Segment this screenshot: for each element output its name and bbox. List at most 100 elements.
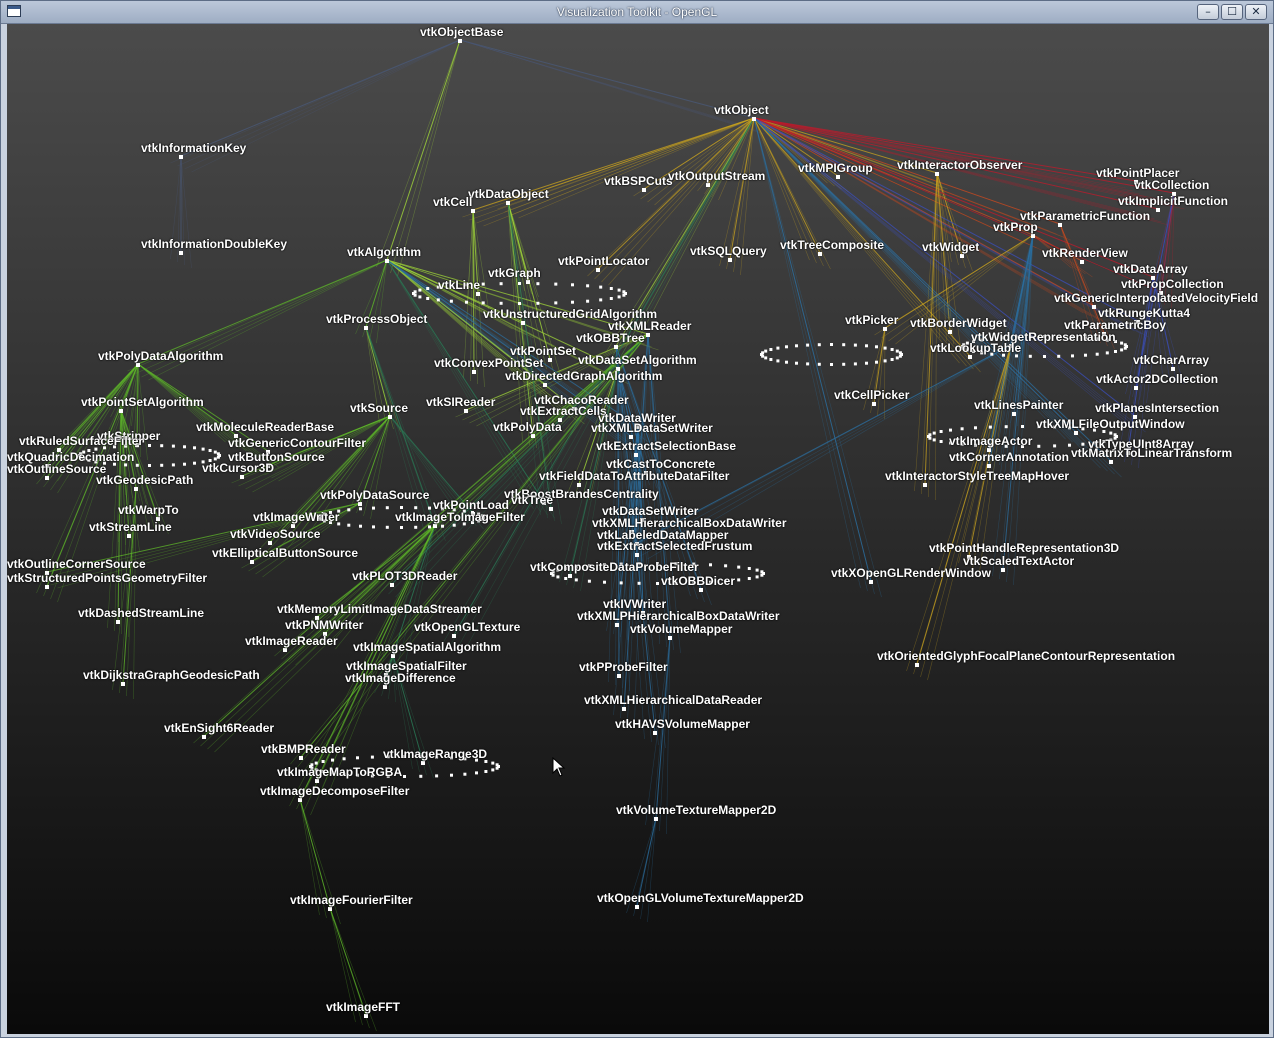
- node-label[interactable]: vtkImageMapToRGBA: [277, 766, 402, 779]
- node-label[interactable]: vtkEllipticalButtonSource: [212, 547, 358, 560]
- node-label[interactable]: vtkEnSight6Reader: [164, 722, 274, 735]
- node-label[interactable]: vtkSource: [350, 402, 408, 415]
- arrow-cursor-icon: [552, 757, 566, 777]
- node-label[interactable]: vtkActor2DCollection: [1096, 373, 1218, 386]
- node-label[interactable]: vtkImageFourierFilter: [290, 894, 413, 907]
- node-label[interactable]: vtkImageToImageFilter: [395, 511, 525, 524]
- node-label[interactable]: vtkHAVSVolumeMapper: [615, 718, 750, 731]
- node-label[interactable]: vtkProp: [993, 221, 1038, 234]
- node-label[interactable]: vtkInteractorObserver: [897, 159, 1022, 172]
- node-label[interactable]: vtkPolyDataAlgorithm: [98, 350, 223, 363]
- node-label[interactable]: vtkOrientedGlyphFocalPlaneContourReprese…: [877, 650, 1175, 663]
- title-bar[interactable]: Visualization Toolkit - OpenGL – ☐ ✕: [1, 1, 1273, 24]
- node-label[interactable]: vtkPointSetAlgorithm: [81, 396, 204, 409]
- node-label[interactable]: vtkInteractorStyleTreeMapHover: [885, 470, 1069, 483]
- node-label[interactable]: vtkPProbeFilter: [579, 661, 668, 674]
- maximize-button[interactable]: ☐: [1221, 4, 1243, 20]
- node-label[interactable]: vtkPLOT3DReader: [352, 570, 457, 583]
- close-button[interactable]: ✕: [1245, 4, 1267, 20]
- render-viewport[interactable]: vtkObjectBase vtkObject vtkInformationKey v…: [7, 24, 1269, 1034]
- node-label[interactable]: vtkLine: [438, 279, 480, 292]
- node-label[interactable]: vtkMemoryLimitImageDataStreamer: [277, 603, 482, 616]
- node-label[interactable]: vtkCornerAnnotation: [949, 451, 1069, 464]
- node-label[interactable]: vtkImageSpatialAlgorithm: [353, 641, 501, 654]
- node-label[interactable]: vtkPolyDataSource: [320, 489, 429, 502]
- node-label[interactable]: vtkXMLHierarchicalDataReader: [584, 694, 762, 707]
- node-label[interactable]: vtkPointLocator: [558, 255, 649, 268]
- minimize-button[interactable]: –: [1197, 4, 1219, 20]
- node-label[interactable]: vtkAlgorithm: [347, 246, 421, 259]
- node-label[interactable]: vtkVideoSource: [230, 528, 320, 541]
- node-label[interactable]: vtkXMLDataSetWriter: [591, 422, 713, 435]
- node-label[interactable]: vtkCell: [433, 196, 472, 209]
- node-label[interactable]: vtkCellPicker: [834, 389, 909, 402]
- node-label[interactable]: vtkGeodesicPath: [96, 474, 193, 487]
- node-label[interactable]: vtkSIReader: [426, 396, 495, 409]
- node-label[interactable]: vtkCharArray: [1133, 354, 1209, 367]
- node-label[interactable]: vtkProcessObject: [326, 313, 427, 326]
- node-label[interactable]: vtkImageWriter: [253, 511, 339, 524]
- node-label[interactable]: vtkLookupTable: [930, 342, 1021, 355]
- node-label[interactable]: vtkDashedStreamLine: [78, 607, 204, 620]
- node-label[interactable]: vtkGraph: [488, 267, 541, 280]
- node-label[interactable]: vtkOutputStream: [668, 170, 765, 183]
- node-label[interactable]: vtkExtractCells: [520, 405, 607, 418]
- node-label[interactable]: vtkTree: [511, 494, 553, 507]
- node-label[interactable]: vtkDataObject: [468, 188, 549, 201]
- node-label[interactable]: vtkFieldDataToAttributeDataFilter: [539, 470, 729, 483]
- node-label[interactable]: vtkBorderWidget: [910, 317, 1007, 330]
- node-label[interactable]: vtkBMPReader: [261, 743, 346, 756]
- node-label[interactable]: vtkImageActor: [949, 435, 1032, 448]
- node-label[interactable]: vtkParametricFunction: [1020, 210, 1150, 223]
- node-label[interactable]: vtkExtractSelectionBase: [596, 440, 736, 453]
- node-label[interactable]: vtkRenderView: [1042, 247, 1128, 260]
- node-label[interactable]: vtkLinesPainter: [974, 399, 1063, 412]
- node-label[interactable]: vtkPlanesIntersection: [1095, 402, 1219, 415]
- node-label[interactable]: vtkMatrixToLinearTransform: [1071, 447, 1232, 460]
- node-label[interactable]: vtkOutlineSource: [7, 463, 106, 476]
- node-label[interactable]: vtkWidget: [922, 241, 979, 254]
- node-label[interactable]: vtkPicker: [845, 314, 898, 327]
- node-label[interactable]: vtkCompositeDataProbeFilter: [530, 561, 699, 574]
- node-label[interactable]: vtkSQLQuery: [690, 245, 767, 258]
- node-label[interactable]: vtkObjectBase: [420, 26, 503, 39]
- node-label[interactable]: vtkImageRange3D: [383, 748, 487, 761]
- node-label[interactable]: vtkVolumeMapper: [630, 623, 732, 636]
- node-label[interactable]: vtkTreeComposite: [780, 239, 884, 252]
- node-label[interactable]: vtkOpenGLVolumeTextureMapper2D: [597, 892, 804, 905]
- node-label[interactable]: vtkBSPCuts: [604, 175, 673, 188]
- node-label[interactable]: vtkOpenGLTexture: [414, 621, 520, 634]
- node-label[interactable]: vtkObject: [714, 104, 769, 117]
- node-label[interactable]: vtkStreamLine: [89, 521, 172, 534]
- node-label[interactable]: vtkOBBTree: [576, 332, 645, 345]
- node-label[interactable]: vtkMPIGroup: [798, 162, 873, 175]
- node-label[interactable]: vtkCollection: [1134, 179, 1209, 192]
- node-label[interactable]: vtkOutlineCornerSource: [7, 558, 146, 571]
- node-label[interactable]: vtkDataSetAlgorithm: [578, 354, 697, 367]
- node-label[interactable]: vtkXOpenGLRenderWindow: [831, 567, 991, 580]
- node-label[interactable]: vtkInformationKey: [141, 142, 246, 155]
- node-label[interactable]: vtkDataArray: [1113, 263, 1188, 276]
- node-label[interactable]: vtkRuledSurfaceFilter: [19, 435, 143, 448]
- node-label[interactable]: vtkDirectedGraphAlgorithm: [505, 370, 662, 383]
- node-label[interactable]: vtkOBBDicer: [661, 575, 735, 588]
- node-label[interactable]: vtkImageDecomposeFilter: [260, 785, 409, 798]
- node-label[interactable]: vtkVolumeTextureMapper2D: [616, 804, 776, 817]
- node-label[interactable]: vtkDijkstraGraphGeodesicPath: [83, 669, 260, 682]
- node-label[interactable]: vtkStructuredPointsGeometryFilter: [7, 572, 207, 585]
- node-label[interactable]: vtkImageDifference: [345, 672, 456, 685]
- node-label[interactable]: vtkPropCollection: [1121, 278, 1224, 291]
- node-label[interactable]: vtkInformationDoubleKey: [141, 238, 287, 251]
- node-label[interactable]: vtkGenericInterpolatedVelocityField: [1054, 292, 1258, 305]
- node-label[interactable]: vtkMoleculeReaderBase: [196, 421, 334, 434]
- node-label[interactable]: vtkXMLFileOutputWindow: [1036, 418, 1185, 431]
- node-label[interactable]: vtkCursor3D: [202, 462, 274, 475]
- node-label[interactable]: vtkImplicitFunction: [1118, 195, 1228, 208]
- node-label[interactable]: vtkGenericContourFilter: [228, 437, 366, 450]
- node-label[interactable]: vtkImageReader: [245, 635, 338, 648]
- node-label[interactable]: vtkPNMWriter: [285, 619, 363, 632]
- node-label[interactable]: vtkPolyData: [493, 421, 562, 434]
- node-label[interactable]: vtkImageFFT: [326, 1001, 400, 1014]
- node-label[interactable]: vtkWarpTo: [118, 504, 179, 517]
- node-label[interactable]: vtkExtractSelectedFrustum: [597, 540, 752, 553]
